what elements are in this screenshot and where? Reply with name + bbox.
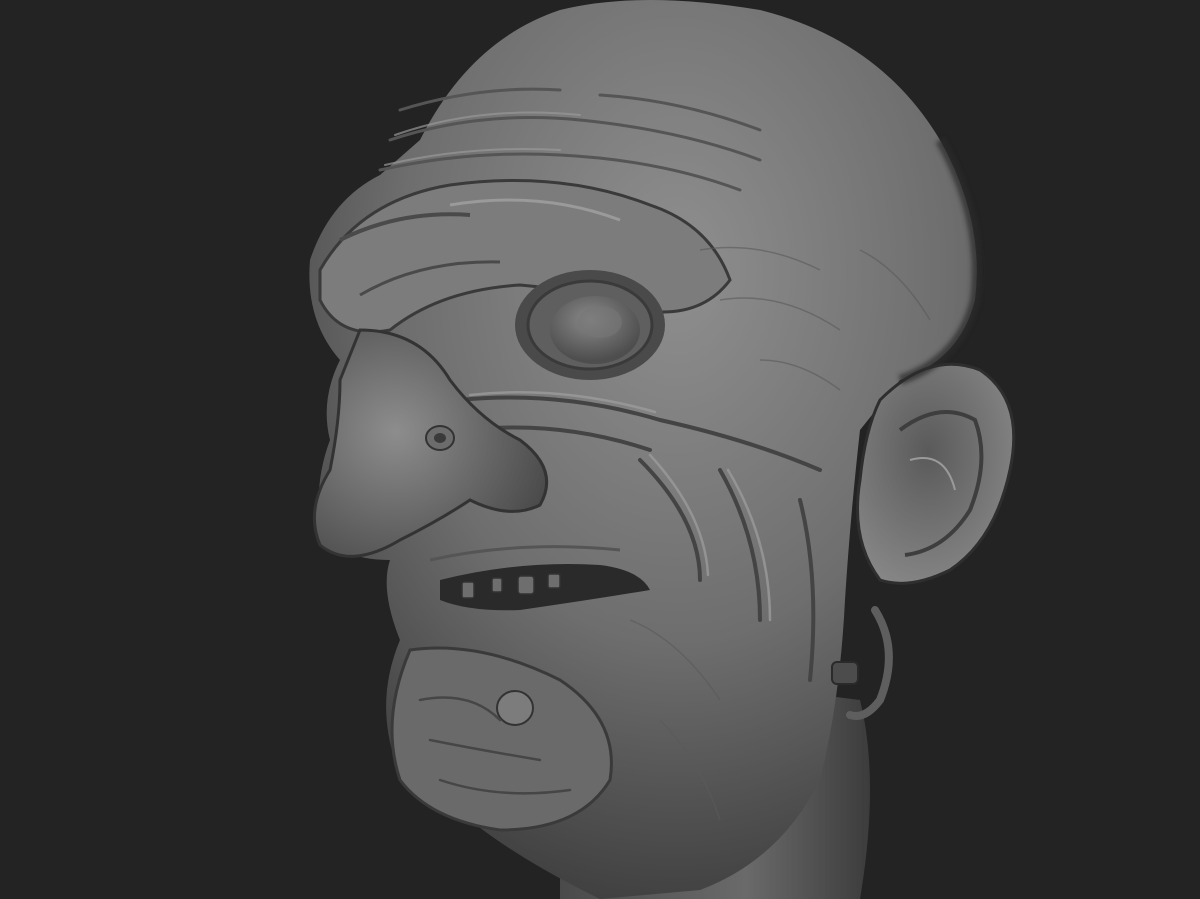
sculpt-viewport[interactable] xyxy=(0,0,1200,899)
earring-bead xyxy=(831,661,859,685)
ear xyxy=(856,362,1016,585)
chin-wart xyxy=(496,690,534,726)
sculpted-head-model[interactable] xyxy=(0,0,1200,899)
